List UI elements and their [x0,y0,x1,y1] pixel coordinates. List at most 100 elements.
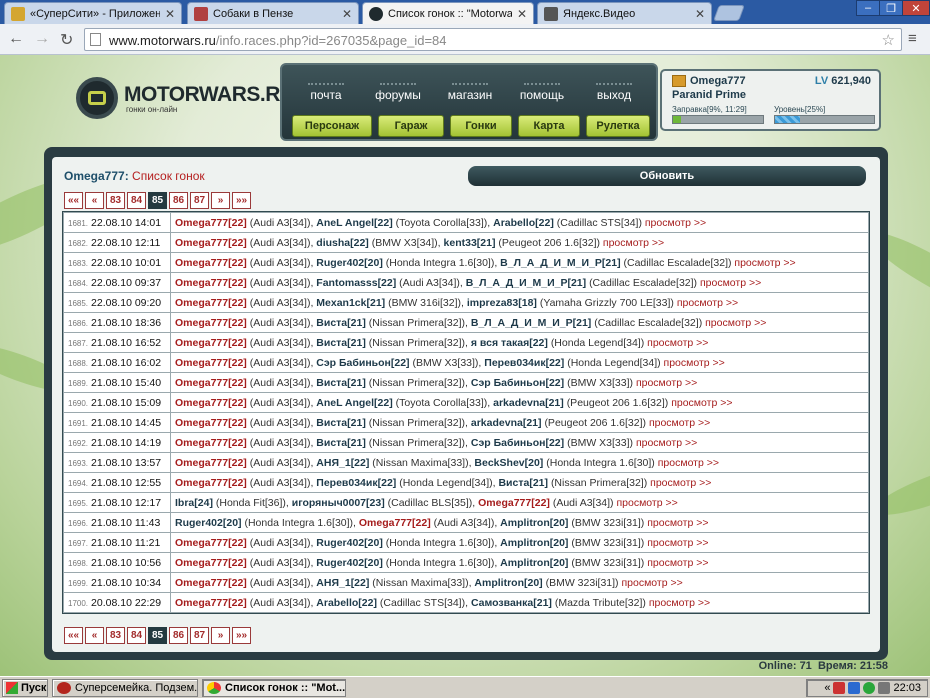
player-name-link[interactable]: Amplitron [500,557,550,569]
character-button[interactable]: Персонаж [292,115,372,137]
page-link[interactable]: 83 [106,627,125,644]
player-name-link[interactable]: Сэр Бабиньон [471,437,546,449]
page-link[interactable]: »» [232,192,251,209]
view-race-link[interactable]: просмотр >> [677,297,738,309]
browser-menu-icon[interactable]: ≡ [908,30,917,47]
table-row[interactable]: 1682. 22.08.10 12:11 Omega777[22] (Audi A3… [63,232,869,253]
view-race-link[interactable]: просмотр >> [734,257,795,269]
player-name-link[interactable]: Omega777 [478,497,531,509]
view-race-link[interactable]: просмотр >> [616,497,677,509]
player-name-link[interactable]: Omega777 [175,437,228,449]
maximize-window-button[interactable]: ❐ [879,0,903,16]
player-name-link[interactable]: Ruger402 [316,537,364,549]
tray-expand-icon[interactable]: « [824,682,830,694]
player-name-link[interactable]: Виста [316,437,347,449]
player-name-link[interactable]: Ibra [175,497,194,509]
page-link[interactable]: 83 [106,192,125,209]
table-row[interactable]: 1683. 22.08.10 10:01 Omega777[22] (Audi A3… [63,252,869,273]
table-row[interactable]: 1685. 22.08.10 09:20 Omega777[22] (Audi A3… [63,292,869,313]
view-race-link[interactable]: просмотр >> [647,537,708,549]
forward-arrow-icon[interactable]: → [34,30,50,48]
player-name-link[interactable]: Перев034ик [316,477,377,489]
page-link[interactable]: 86 [169,192,188,209]
player-name-link[interactable]: Omega777 [175,477,228,489]
address-bar[interactable]: www.motorwars.ru/info.races.php?id=26703… [84,28,902,51]
player-name-link[interactable]: Omega777 [359,517,412,529]
page-link[interactable]: « [85,627,104,644]
view-race-link[interactable]: просмотр >> [603,237,664,249]
nav-logout-link[interactable]: выход [584,83,644,102]
player-name-link[interactable]: Перев034ик [484,357,545,369]
player-name-link[interactable]: arkadevna [471,417,523,429]
player-name-link[interactable]: Ruger402 [316,257,364,269]
network-tray-icon[interactable] [848,682,861,694]
page-link[interactable]: » [211,627,230,644]
messenger-tray-icon[interactable] [863,682,876,694]
player-name-link[interactable]: Виста [316,317,347,329]
player-name-link[interactable]: Самозванка [471,597,533,609]
garage-button[interactable]: Гараж [378,115,444,137]
table-row[interactable]: 1692. 21.08.10 14:19 Omega777[22] (Audi A3… [63,432,869,453]
table-row[interactable]: 1689. 21.08.10 15:40 Omega777[22] (Audi A3… [63,372,869,393]
page-link[interactable]: «« [64,192,83,209]
roulette-button[interactable]: Рулетка [586,115,650,137]
player-name-link[interactable]: Omega777 [175,457,228,469]
table-row[interactable]: 1695. 21.08.10 12:17 Ibra[24] (Honda Fit[3… [63,492,869,513]
browser-tab-yandex-video[interactable]: Яндекс.Видео ✕ [537,2,712,24]
player-name-link[interactable]: Arabello [316,597,358,609]
player-name-link[interactable]: АНЯ_1 [316,577,350,589]
player-name-link[interactable]: В_Л_А_Д_И_М_И_Р [466,277,568,289]
taskbar-item-chrome[interactable]: Список гонок :: "Mot... [202,679,346,697]
table-row[interactable]: 1686. 21.08.10 18:36 Omega777[22] (Audi A3… [63,312,869,333]
table-row[interactable]: 1699. 21.08.10 10:34 Omega777[22] (Audi A3… [63,572,869,593]
table-row[interactable]: 1688. 21.08.10 16:02 Omega777[22] (Audi A3… [63,352,869,373]
player-name-link[interactable]: Omega777 [175,357,228,369]
page-link[interactable]: 85 [148,627,167,644]
map-button[interactable]: Карта [518,115,580,137]
bookmark-star-icon[interactable]: ☆ [882,31,895,49]
player-name-link[interactable]: Omega777 [175,537,228,549]
minimize-window-button[interactable]: – [856,0,880,16]
table-row[interactable]: 1697. 21.08.10 11:21 Omega777[22] (Audi A3… [63,532,869,553]
player-name-link[interactable]: Amplitron [500,517,550,529]
player-name-link[interactable]: В_Л_А_Д_И_М_И_Р [471,317,573,329]
table-row[interactable]: 1700. 20.08.10 22:29 Omega777[22] (Audi A3… [63,592,869,613]
view-race-link[interactable]: просмотр >> [647,337,708,349]
player-name-link[interactable]: kent33 [444,237,477,249]
user-name[interactable]: Omega777 [672,75,746,87]
table-row[interactable]: 1690. 21.08.10 15:09 Omega777[22] (Audi A3… [63,392,869,413]
player-name-link[interactable]: Omega777 [175,377,228,389]
page-link[interactable]: 85 [148,192,167,209]
antivirus-tray-icon[interactable] [833,682,846,694]
table-row[interactable]: 1687. 21.08.10 16:52 Omega777[22] (Audi A3… [63,332,869,353]
player-name-link[interactable]: Omega777 [175,557,228,569]
page-link[interactable]: »» [232,627,251,644]
player-name-link[interactable]: Виста [498,477,529,489]
player-name-link[interactable]: Omega777 [175,417,228,429]
view-race-link[interactable]: просмотр >> [636,377,697,389]
page-link[interactable]: 87 [190,627,209,644]
user-car[interactable]: Paranid Prime [672,89,746,101]
page-link[interactable]: « [85,192,104,209]
player-name-link[interactable]: impreza83 [467,297,518,309]
site-logo[interactable]: MOTORWARS.RU гонки он-лайн [76,77,295,119]
page-link[interactable]: 84 [127,627,146,644]
player-name-link[interactable]: arkadevna [493,397,545,409]
new-tab-button[interactable] [713,5,745,21]
page-link[interactable]: » [211,192,230,209]
tab-close-icon[interactable]: ✕ [695,7,705,21]
table-row[interactable]: 1681. 22.08.10 14:01 Omega777[22] (Audi A3… [63,212,869,233]
nav-mail-link[interactable]: почта [296,83,356,102]
tab-close-icon[interactable]: ✕ [165,7,175,21]
table-row[interactable]: 1684. 22.08.10 09:37 Omega777[22] (Audi A3… [63,272,869,293]
player-name-link[interactable]: АНЯ_1 [316,457,350,469]
view-race-link[interactable]: просмотр >> [649,417,710,429]
browser-tab-races[interactable]: Список гонок :: "Motorwars ✕ [362,2,534,24]
player-name-link[interactable]: Omega777 [175,217,228,229]
player-name-link[interactable]: Сэр Бабиньон [471,377,546,389]
player-name-link[interactable]: я вся такая [471,337,529,349]
player-name-link[interactable]: Fantomasss [316,277,377,289]
player-name-link[interactable]: Сэр Бабиньон [316,357,391,369]
view-race-link[interactable]: просмотр >> [700,277,761,289]
player-name-link[interactable]: Omega777 [175,277,228,289]
